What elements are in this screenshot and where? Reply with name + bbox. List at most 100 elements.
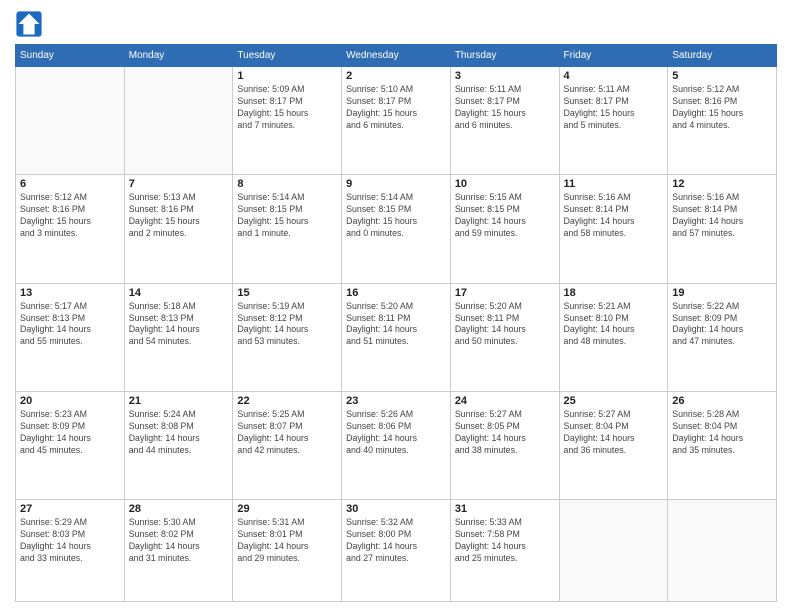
calendar-cell: 4 Sunrise: 5:11 AM Sunset: 8:17 PM Daylig… [559,67,668,175]
calendar-cell: 20Sunrise: 5:23 AM Sunset: 8:09 PM Dayli… [16,392,125,500]
day-number: 17 [455,287,555,299]
day-number: 18 [564,287,664,299]
day-number: 13 [20,287,120,299]
page: SundayMondayTuesdayWednesdayThursdayFrid… [0,0,792,612]
day-info: Sunrise: 5:11 AM Sunset: 8:17 PM Dayligh… [455,84,555,132]
day-info: Sunrise: 5:17 AM Sunset: 8:13 PM Dayligh… [20,301,120,349]
calendar-cell: 1 Sunrise: 5:09 AM Sunset: 8:17 PM Daylig… [233,67,342,175]
day-info: Sunrise: 5:12 AM Sunset: 8:16 PM Dayligh… [20,192,120,240]
calendar-cell: 17 Sunrise: 5:20 AM Sunset: 8:11 PM Dayli… [450,283,559,391]
week-row-2: 13 Sunrise: 5:17 AM Sunset: 8:13 PM Dayli… [16,283,777,391]
week-row-0: 1 Sunrise: 5:09 AM Sunset: 8:17 PM Daylig… [16,67,777,175]
weekday-header-tuesday: Tuesday [233,45,342,67]
logo [15,10,47,38]
day-info: Sunrise: 5:10 AM Sunset: 8:17 PM Dayligh… [346,84,446,132]
day-number: 15 [237,287,337,299]
calendar-cell: 5Sunrise: 5:12 AM Sunset: 8:16 PM Daylig… [668,67,777,175]
day-number: 2 [346,70,446,82]
day-number: 3 [455,70,555,82]
day-number: 4 [564,70,664,82]
logo-icon [15,10,43,38]
day-info: Sunrise: 5:27 AM Sunset: 8:04 PM Dayligh… [564,409,664,457]
weekday-header-row: SundayMondayTuesdayWednesdayThursdayFrid… [16,45,777,67]
day-info: Sunrise: 5:33 AM Sunset: 7:58 PM Dayligh… [455,517,555,565]
calendar-cell: 11 Sunrise: 5:16 AM Sunset: 8:14 PM Dayli… [559,175,668,283]
weekday-header-sunday: Sunday [16,45,125,67]
calendar-cell: 18 Sunrise: 5:21 AM Sunset: 8:10 PM Dayli… [559,283,668,391]
calendar-cell [16,67,125,175]
calendar-cell: 9 Sunrise: 5:14 AM Sunset: 8:15 PM Daylig… [342,175,451,283]
day-info: Sunrise: 5:16 AM Sunset: 8:14 PM Dayligh… [672,192,772,240]
day-number: 9 [346,178,446,190]
calendar-cell: 29 Sunrise: 5:31 AM Sunset: 8:01 PM Dayli… [233,500,342,602]
day-number: 7 [129,178,229,190]
day-number: 22 [237,395,337,407]
day-number: 11 [564,178,664,190]
calendar-cell: 15 Sunrise: 5:19 AM Sunset: 8:12 PM Dayli… [233,283,342,391]
calendar-cell: 26 Sunrise: 5:28 AM Sunset: 8:04 PM Dayli… [668,392,777,500]
calendar-cell: 8 Sunrise: 5:14 AM Sunset: 8:15 PM Daylig… [233,175,342,283]
weekday-header-wednesday: Wednesday [342,45,451,67]
day-info: Sunrise: 5:11 AM Sunset: 8:17 PM Dayligh… [564,84,664,132]
day-info: Sunrise: 5:27 AM Sunset: 8:05 PM Dayligh… [455,409,555,457]
calendar-cell: 7 Sunrise: 5:13 AM Sunset: 8:16 PM Daylig… [124,175,233,283]
day-info: Sunrise: 5:13 AM Sunset: 8:16 PM Dayligh… [129,192,229,240]
day-info: Sunrise: 5:16 AM Sunset: 8:14 PM Dayligh… [564,192,664,240]
calendar-cell [668,500,777,602]
day-info: Sunrise: 5:14 AM Sunset: 8:15 PM Dayligh… [346,192,446,240]
day-number: 8 [237,178,337,190]
week-row-1: 6 Sunrise: 5:12 AM Sunset: 8:16 PM Daylig… [16,175,777,283]
day-info: Sunrise: 5:15 AM Sunset: 8:15 PM Dayligh… [455,192,555,240]
day-info: Sunrise: 5:25 AM Sunset: 8:07 PM Dayligh… [237,409,337,457]
day-number: 16 [346,287,446,299]
day-number: 31 [455,503,555,515]
calendar-cell: 12 Sunrise: 5:16 AM Sunset: 8:14 PM Dayli… [668,175,777,283]
day-info: Sunrise: 5:09 AM Sunset: 8:17 PM Dayligh… [237,84,337,132]
day-info: Sunrise: 5:30 AM Sunset: 8:02 PM Dayligh… [129,517,229,565]
calendar-cell: 19 Sunrise: 5:22 AM Sunset: 8:09 PM Dayli… [668,283,777,391]
day-number: 30 [346,503,446,515]
calendar-table: SundayMondayTuesdayWednesdayThursdayFrid… [15,44,777,602]
day-info: Sunrise: 5:14 AM Sunset: 8:15 PM Dayligh… [237,192,337,240]
calendar-cell: 3 Sunrise: 5:11 AM Sunset: 8:17 PM Daylig… [450,67,559,175]
day-number: 27 [20,503,120,515]
day-info: Sunrise: 5:26 AM Sunset: 8:06 PM Dayligh… [346,409,446,457]
day-info: Sunrise: 5:29 AM Sunset: 8:03 PM Dayligh… [20,517,120,565]
calendar-cell [124,67,233,175]
calendar-cell: 23 Sunrise: 5:26 AM Sunset: 8:06 PM Dayli… [342,392,451,500]
day-number: 1 [237,70,337,82]
day-number: 19 [672,287,772,299]
day-info: Sunrise: 5:20 AM Sunset: 8:11 PM Dayligh… [346,301,446,349]
day-number: 6 [20,178,120,190]
day-number: 10 [455,178,555,190]
week-row-4: 27 Sunrise: 5:29 AM Sunset: 8:03 PM Dayli… [16,500,777,602]
day-number: 23 [346,395,446,407]
day-info: Sunrise: 5:21 AM Sunset: 8:10 PM Dayligh… [564,301,664,349]
calendar-cell: 14Sunrise: 5:18 AM Sunset: 8:13 PM Dayli… [124,283,233,391]
calendar-cell: 25 Sunrise: 5:27 AM Sunset: 8:04 PM Dayli… [559,392,668,500]
day-info: Sunrise: 5:22 AM Sunset: 8:09 PM Dayligh… [672,301,772,349]
day-number: 21 [129,395,229,407]
day-info: Sunrise: 5:18 AM Sunset: 8:13 PM Dayligh… [129,301,229,349]
calendar-cell: 24 Sunrise: 5:27 AM Sunset: 8:05 PM Dayli… [450,392,559,500]
calendar-cell: 27 Sunrise: 5:29 AM Sunset: 8:03 PM Dayli… [16,500,125,602]
calendar-cell: 31 Sunrise: 5:33 AM Sunset: 7:58 PM Dayli… [450,500,559,602]
day-info: Sunrise: 5:31 AM Sunset: 8:01 PM Dayligh… [237,517,337,565]
day-number: 24 [455,395,555,407]
day-number: 5 [672,70,772,82]
calendar-cell: 10 Sunrise: 5:15 AM Sunset: 8:15 PM Dayli… [450,175,559,283]
weekday-header-monday: Monday [124,45,233,67]
weekday-header-saturday: Saturday [668,45,777,67]
day-number: 12 [672,178,772,190]
day-info: Sunrise: 5:20 AM Sunset: 8:11 PM Dayligh… [455,301,555,349]
weekday-header-friday: Friday [559,45,668,67]
day-number: 25 [564,395,664,407]
day-info: Sunrise: 5:19 AM Sunset: 8:12 PM Dayligh… [237,301,337,349]
calendar-cell: 21Sunrise: 5:24 AM Sunset: 8:08 PM Dayli… [124,392,233,500]
day-info: Sunrise: 5:28 AM Sunset: 8:04 PM Dayligh… [672,409,772,457]
day-number: 29 [237,503,337,515]
calendar-cell [559,500,668,602]
day-info: Sunrise: 5:32 AM Sunset: 8:00 PM Dayligh… [346,517,446,565]
day-number: 28 [129,503,229,515]
day-number: 26 [672,395,772,407]
